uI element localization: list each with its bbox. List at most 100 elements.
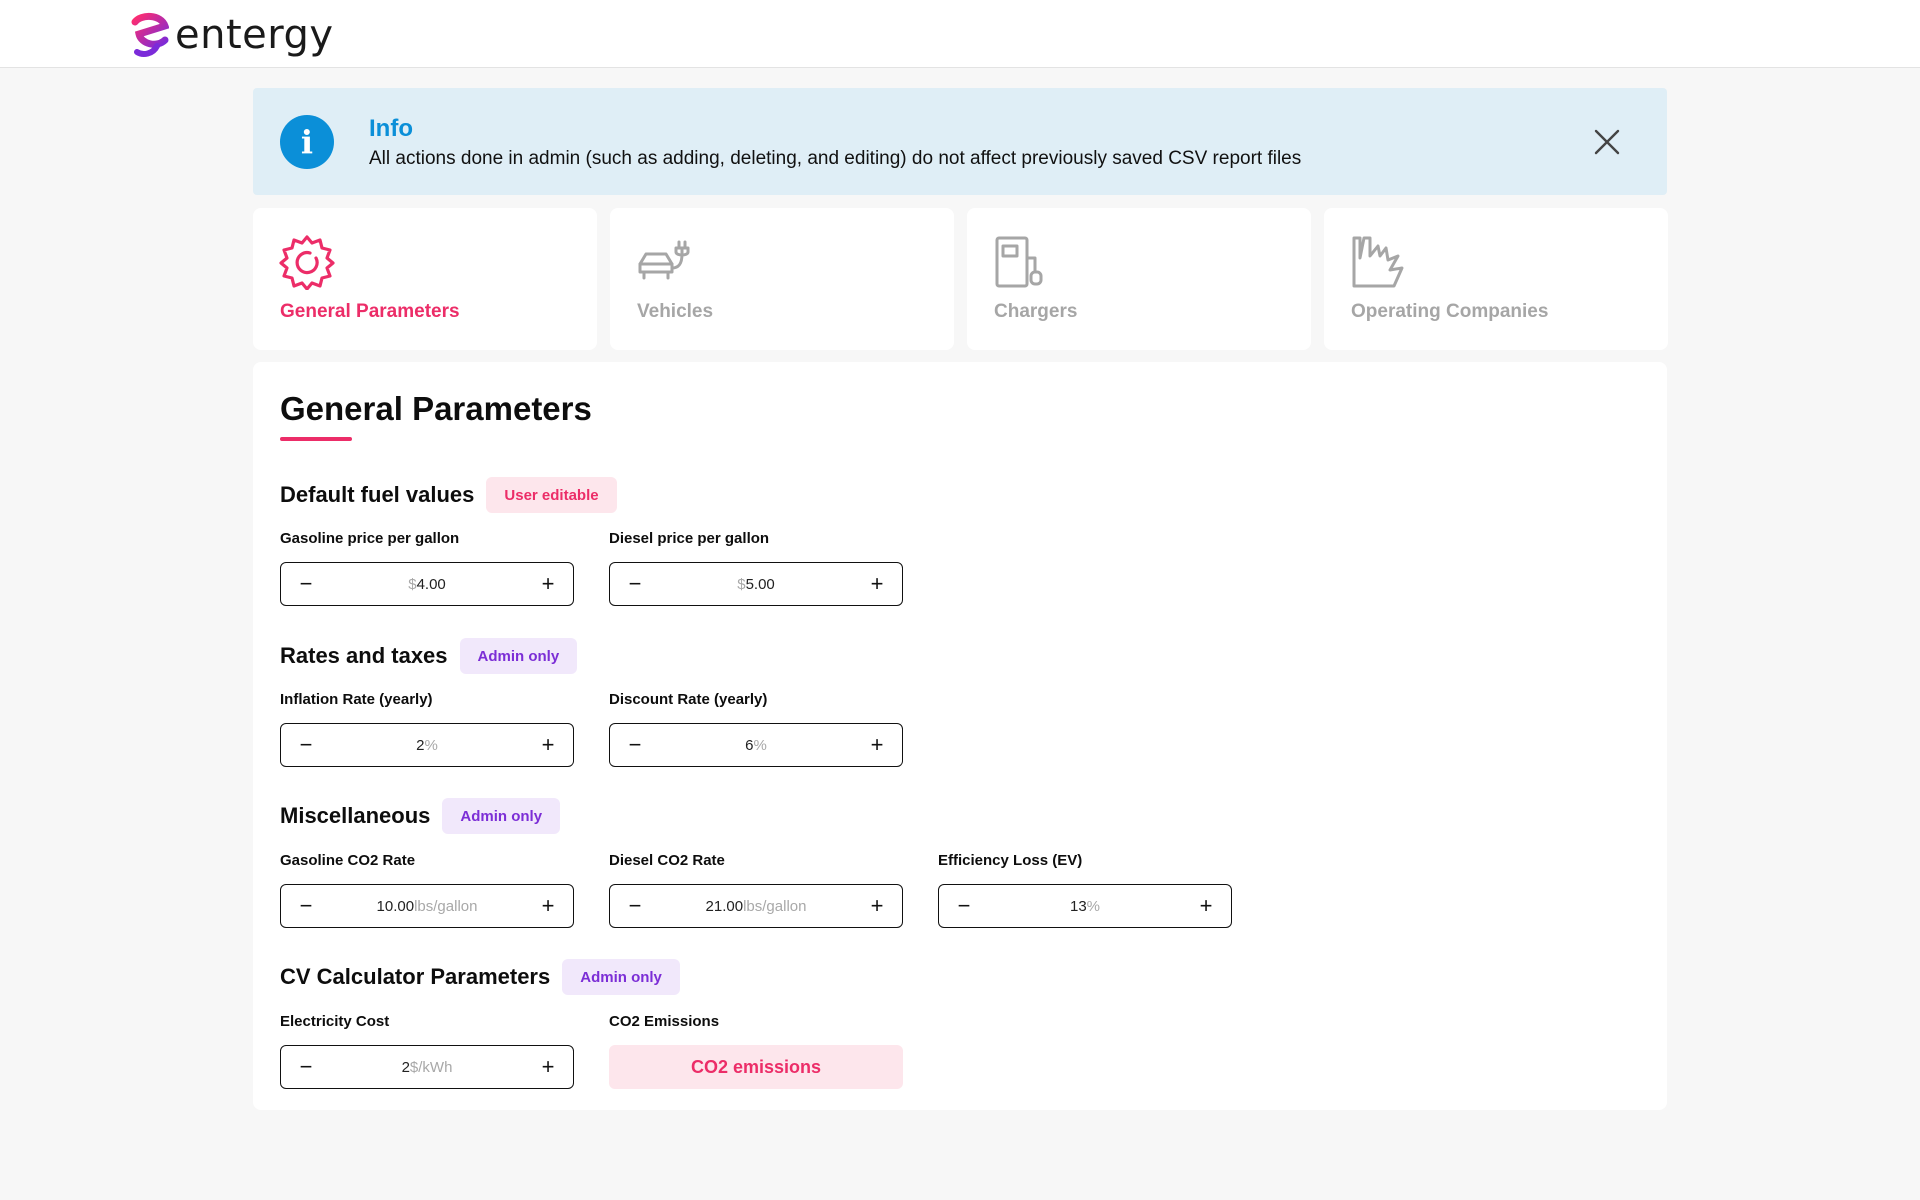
value-text: 2	[416, 736, 425, 754]
efficiency-loss-stepper: − 13% +	[938, 884, 1232, 928]
field-label: Inflation Rate (yearly)	[280, 691, 433, 708]
section-title: Rates and taxes	[280, 643, 448, 668]
decrement-button[interactable]: −	[295, 1056, 317, 1078]
field-label: Discount Rate (yearly)	[609, 691, 768, 708]
tab-label: Chargers	[994, 301, 1078, 322]
field-label: CO2 Emissions	[609, 1013, 720, 1030]
discount-rate-field: Discount Rate (yearly) − 6% +	[609, 691, 903, 767]
general-parameters-panel: General Parameters Default fuel values U…	[253, 362, 1667, 1110]
unit-prefix: $	[737, 575, 746, 593]
stepper-value[interactable]: 13%	[975, 898, 1195, 915]
gear-icon	[279, 235, 335, 290]
gasoline-price-field: Gasoline price per gallon − $4.00 +	[280, 530, 574, 606]
close-icon[interactable]	[1593, 128, 1621, 156]
diesel-co2-rate-field: Diesel CO2 Rate − 21.00lbs/gallon +	[609, 852, 903, 928]
section-rates-and-taxes: Rates and taxes Admin only	[280, 638, 578, 674]
unit-suffix: $/kWh	[409, 1058, 453, 1076]
decrement-button[interactable]: −	[295, 573, 317, 595]
user-editable-badge: User editable	[486, 477, 617, 513]
entergy-logo-icon	[131, 13, 169, 57]
value-text: 6	[745, 736, 754, 754]
vehicle-charging-icon	[638, 240, 690, 280]
field-label: Gasoline CO2 Rate	[280, 852, 416, 869]
factory-icon	[1352, 236, 1404, 288]
decrement-button[interactable]: −	[624, 895, 646, 917]
diesel-price-stepper: − $5.00 +	[609, 562, 903, 606]
tab-vehicles[interactable]: Vehicles	[610, 208, 954, 350]
decrement-button[interactable]: −	[295, 895, 317, 917]
value-text: 13	[1069, 897, 1087, 915]
increment-button[interactable]: +	[537, 1056, 559, 1078]
logo-text: entergy	[175, 12, 334, 58]
admin-only-badge: Admin only	[442, 798, 561, 834]
stepper-value[interactable]: $4.00	[317, 576, 537, 593]
field-label: Diesel CO2 Rate	[609, 852, 725, 869]
inflation-rate-stepper: − 2% +	[280, 723, 574, 767]
increment-button[interactable]: +	[537, 895, 559, 917]
value-text: 4.00	[416, 575, 446, 593]
gasoline-co2-rate-field: Gasoline CO2 Rate − 10.00lbs/gallon +	[280, 852, 574, 928]
charger-icon	[995, 236, 1043, 288]
field-label: Efficiency Loss (EV)	[938, 852, 1083, 869]
section-title: Default fuel values	[280, 482, 475, 507]
diesel-price-field: Diesel price per gallon − $5.00 +	[609, 530, 903, 606]
admin-only-badge: Admin only	[562, 959, 680, 995]
stepper-value[interactable]: 2$/kWh	[317, 1059, 537, 1076]
stepper-value[interactable]: 10.00lbs/gallon	[317, 898, 537, 915]
value-text: 5.00	[745, 575, 775, 593]
value-text: 2	[401, 1058, 410, 1076]
increment-button[interactable]: +	[537, 573, 559, 595]
increment-button[interactable]: +	[537, 734, 559, 756]
unit-suffix: lbs/gallon	[743, 897, 807, 915]
field-label: Diesel price per gallon	[609, 530, 770, 547]
section-title: CV Calculator Parameters	[280, 964, 551, 989]
stepper-value[interactable]: $5.00	[646, 576, 866, 593]
decrement-button[interactable]: −	[624, 573, 646, 595]
stepper-value[interactable]: 21.00lbs/gallon	[646, 898, 866, 915]
tab-operating-companies[interactable]: Operating Companies	[1324, 208, 1668, 350]
gasoline-co2-rate-stepper: − 10.00lbs/gallon +	[280, 884, 574, 928]
top-bar: entergy	[0, 0, 1920, 68]
co2-emissions-button[interactable]: CO2 emissions	[609, 1045, 903, 1089]
stepper-value[interactable]: 6%	[646, 737, 866, 754]
section-default-fuel-values: Default fuel values User editable	[280, 477, 617, 513]
diesel-co2-rate-stepper: − 21.00lbs/gallon +	[609, 884, 903, 928]
tab-label: Operating Companies	[1351, 301, 1549, 322]
efficiency-loss-field: Efficiency Loss (EV) − 13% +	[938, 852, 1232, 928]
co2-emissions-field: CO2 Emissions CO2 emissions	[609, 1013, 903, 1089]
inflation-rate-field: Inflation Rate (yearly) − 2% +	[280, 691, 574, 767]
unit-suffix: lbs/gallon	[414, 897, 478, 915]
info-icon: i	[280, 115, 334, 169]
decrement-button[interactable]: −	[953, 895, 975, 917]
field-label: Electricity Cost	[280, 1013, 390, 1030]
stepper-value[interactable]: 2%	[317, 737, 537, 754]
increment-button[interactable]: +	[866, 573, 888, 595]
page-title: General Parameters	[280, 390, 592, 427]
decrement-button[interactable]: −	[295, 734, 317, 756]
field-label: Gasoline price per gallon	[280, 530, 460, 547]
section-title: Miscellaneous	[280, 803, 431, 828]
electricity-cost-field: Electricity Cost − 2$/kWh +	[280, 1013, 574, 1089]
admin-only-badge: Admin only	[459, 638, 578, 674]
tab-chargers[interactable]: Chargers	[967, 208, 1311, 350]
discount-rate-stepper: − 6% +	[609, 723, 903, 767]
decrement-button[interactable]: −	[624, 734, 646, 756]
increment-button[interactable]: +	[866, 895, 888, 917]
unit-suffix: %	[1086, 897, 1101, 915]
title-underline	[280, 437, 352, 441]
tab-general-parameters[interactable]: General Parameters	[253, 208, 597, 350]
entergy-logo[interactable]: entergy	[131, 12, 334, 58]
unit-suffix: %	[753, 736, 767, 754]
value-text: 10.00	[376, 897, 415, 915]
increment-button[interactable]: +	[1195, 895, 1217, 917]
increment-button[interactable]: +	[866, 734, 888, 756]
section-miscellaneous: Miscellaneous Admin only	[280, 798, 561, 834]
unit-suffix: %	[424, 736, 438, 754]
section-cv-calculator-parameters: CV Calculator Parameters Admin only	[280, 959, 680, 995]
admin-tabs: General Parameters Vehicles Chargers Ope…	[253, 208, 1668, 350]
electricity-cost-stepper: − 2$/kWh +	[280, 1045, 574, 1089]
value-text: 21.00	[705, 897, 744, 915]
unit-prefix: $	[408, 575, 417, 593]
info-title: Info	[369, 115, 413, 142]
info-banner: i Info All actions done in admin (such a…	[253, 88, 1667, 195]
